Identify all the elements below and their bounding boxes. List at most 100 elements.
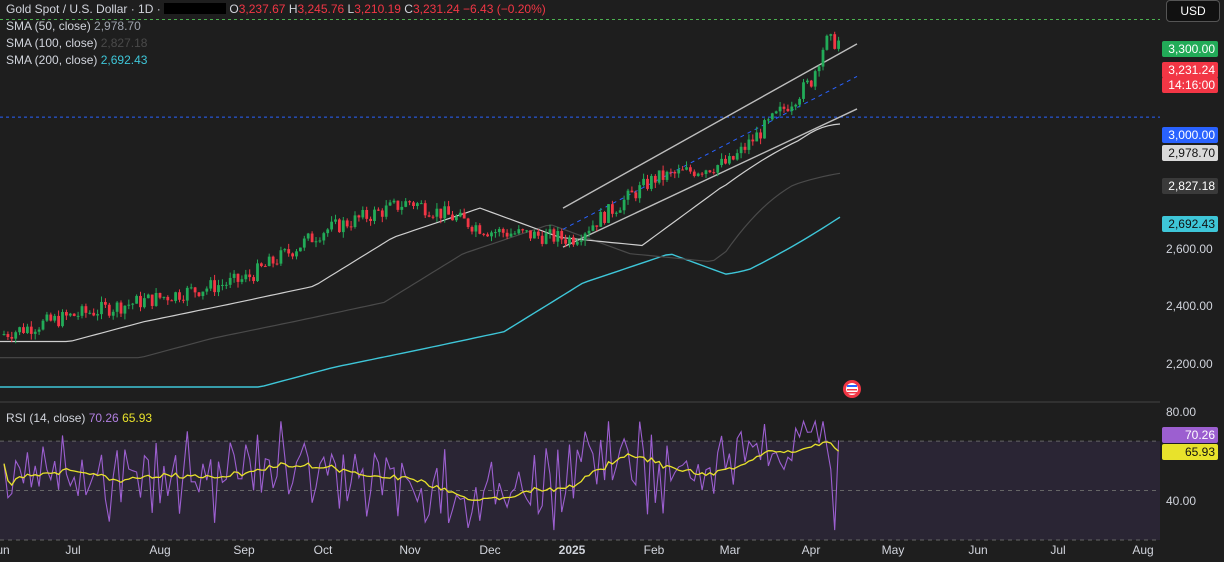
candle-body xyxy=(767,119,770,121)
candle-body xyxy=(45,314,49,321)
candle-body xyxy=(357,215,361,218)
currency-button[interactable]: USD xyxy=(1166,0,1220,22)
candle-body xyxy=(622,199,626,211)
candle-body xyxy=(224,284,228,286)
candle-body xyxy=(673,171,677,174)
rsi-label: RSI (14, close) xyxy=(6,411,86,425)
candle-body xyxy=(466,218,470,228)
candle-body xyxy=(478,225,482,234)
candle-body xyxy=(338,219,341,233)
candle-body xyxy=(540,235,544,244)
candle-body xyxy=(782,106,786,109)
candle-body xyxy=(6,334,10,338)
candle-body xyxy=(833,34,837,49)
candle-body xyxy=(96,314,99,316)
candle-body xyxy=(630,190,634,193)
candle-body xyxy=(692,171,696,176)
candle-body xyxy=(646,178,649,189)
candle-body xyxy=(521,229,525,231)
candle-body xyxy=(798,98,801,105)
candle-body xyxy=(287,249,291,254)
candle-body xyxy=(76,315,80,317)
sma200-legend[interactable]: SMA (200, close) 2,692.43 xyxy=(6,53,147,67)
candle-body xyxy=(283,249,287,251)
candle-body xyxy=(825,35,829,50)
candle-body xyxy=(548,229,552,234)
candle-body xyxy=(392,200,396,203)
candle-body xyxy=(634,192,638,199)
sma100-legend[interactable]: SMA (100, close) 2,827.18 xyxy=(6,36,147,50)
candle-body xyxy=(595,225,599,227)
candle-body xyxy=(747,139,751,150)
candle-body xyxy=(154,292,158,306)
countdown-tag: 14:16:00 xyxy=(1162,77,1218,93)
candle-body xyxy=(244,274,248,280)
candle-body xyxy=(763,120,766,139)
candle-body xyxy=(470,227,474,232)
candle-body xyxy=(341,220,345,233)
candle-body xyxy=(458,212,462,217)
candle-body xyxy=(349,226,353,228)
candle-body xyxy=(583,233,587,241)
candle-body xyxy=(209,280,213,289)
candle-body xyxy=(318,240,322,242)
candle-body xyxy=(685,167,688,170)
candle-body xyxy=(373,209,376,221)
candle-body xyxy=(57,315,60,327)
candle-body xyxy=(677,169,681,174)
candle-body xyxy=(575,241,579,245)
candle-body xyxy=(821,49,825,67)
candle-body xyxy=(361,209,365,218)
candle-body xyxy=(68,313,72,316)
redaction-box xyxy=(164,3,227,14)
sma50-legend[interactable]: SMA (50, close) 2,978.70 xyxy=(6,19,141,33)
close-value: 3,231.24 xyxy=(412,2,460,16)
candle-body xyxy=(310,233,314,243)
x-tick-label: Aug xyxy=(149,543,171,557)
candle-body xyxy=(560,231,564,240)
candle-body xyxy=(497,229,501,233)
candle-body xyxy=(743,146,747,150)
candle-body xyxy=(115,302,119,312)
candle-body xyxy=(708,170,712,173)
x-tick-label: Mar xyxy=(719,543,741,557)
candle-body xyxy=(533,231,536,239)
x-tick-label: May xyxy=(881,543,905,557)
sma100-label: SMA (100, close) xyxy=(6,36,98,50)
candle-body xyxy=(544,233,548,244)
low-value: 3,210.19 xyxy=(354,2,401,16)
candle-body xyxy=(650,175,653,189)
candle-body xyxy=(61,312,64,327)
sma100-tag: 2,827.18 xyxy=(1162,178,1218,194)
candle-body xyxy=(552,229,556,242)
us-flag-event-icon-stripe xyxy=(847,392,857,394)
rsi-ma-tag: 65.93 xyxy=(1162,444,1218,460)
candle-body xyxy=(2,334,6,336)
candle-body xyxy=(135,295,138,304)
x-tick-label: Dec xyxy=(479,543,501,557)
candle-body xyxy=(131,303,135,305)
candle-body xyxy=(22,327,25,333)
candle-body xyxy=(525,230,528,232)
candle-body xyxy=(451,214,454,221)
rsi-legend[interactable]: RSI (14, close) 70.26 65.93 xyxy=(6,411,152,425)
x-tick-label: Jul xyxy=(1050,543,1066,557)
candle-body xyxy=(720,158,723,166)
candle-body xyxy=(661,170,665,180)
candle-body xyxy=(65,312,68,316)
candle-body xyxy=(326,229,330,234)
candle-body xyxy=(439,208,443,219)
candle-body xyxy=(29,326,33,334)
price-chart[interactable] xyxy=(0,0,1224,562)
candle-body xyxy=(217,285,220,293)
candle-body xyxy=(14,332,18,339)
candle-body xyxy=(162,296,166,298)
candle-body xyxy=(143,298,146,308)
candle-body xyxy=(509,233,513,237)
candle-body xyxy=(146,294,150,299)
candle-body xyxy=(330,221,333,230)
candle-body xyxy=(482,233,486,235)
candle-body xyxy=(201,291,205,297)
x-tick-label-year: 2025 xyxy=(558,543,586,557)
level-3000-tag: 3,000.00 xyxy=(1162,127,1218,143)
